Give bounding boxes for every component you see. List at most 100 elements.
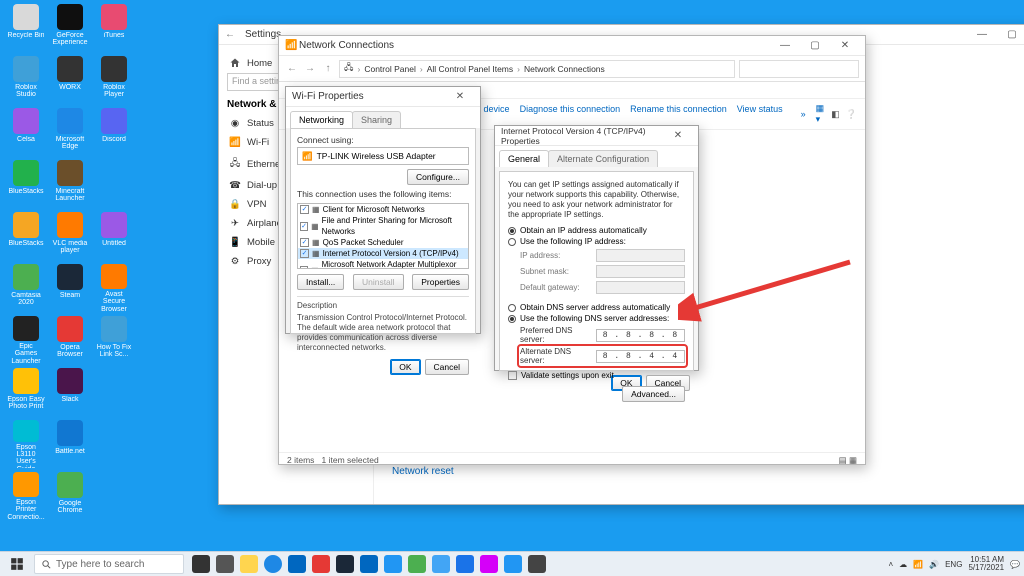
radio-dns-auto[interactable]: Obtain DNS server address automatically — [508, 303, 685, 312]
desktop-icon[interactable]: How To Fix Link Sc... — [94, 316, 134, 364]
desktop-icon[interactable]: Minecraft Launcher — [50, 160, 90, 208]
netcon-titlebar[interactable]: 📶 Network Connections — ▢ ✕ — [279, 36, 865, 56]
toolbar-link[interactable]: Diagnose this connection — [520, 104, 621, 114]
subnet-field — [596, 265, 685, 278]
mail-icon[interactable] — [288, 555, 306, 573]
ipv4-titlebar[interactable]: Internet Protocol Version 4 (TCP/IPv4) P… — [495, 126, 698, 146]
clock[interactable]: 10:51 AM 5/17/2021 — [968, 556, 1004, 572]
address-search[interactable] — [739, 60, 859, 78]
word-icon[interactable] — [384, 555, 402, 573]
explorer-icon[interactable] — [240, 555, 258, 573]
volume-icon[interactable]: 🔊 — [929, 560, 939, 569]
cortana-icon[interactable] — [192, 555, 210, 573]
view-icon[interactable]: ▦ ▾ — [816, 103, 826, 125]
camtasia-icon[interactable] — [408, 555, 426, 573]
tab-alternate[interactable]: Alternate Configuration — [548, 150, 658, 167]
network-item[interactable]: ✓▦Internet Protocol Version 4 (TCP/IPv4) — [298, 248, 468, 259]
desktop-icon[interactable]: iTunes — [94, 4, 134, 52]
store-icon[interactable] — [360, 555, 378, 573]
desktop-icon[interactable]: Steam — [50, 264, 90, 312]
network-item[interactable]: ✓▦Client for Microsoft Networks — [298, 204, 468, 215]
language-indicator[interactable]: ENG — [945, 560, 962, 569]
preview-icon[interactable]: ◧ — [831, 109, 840, 120]
desktop-icon[interactable]: Roblox Player — [94, 56, 134, 104]
desktop-icon[interactable]: BlueStacks — [6, 212, 46, 260]
radio-dns-manual[interactable]: Use the following DNS server addresses: — [508, 314, 685, 323]
desktop-icon[interactable]: Slack — [50, 368, 90, 416]
notifications-icon[interactable]: 💬 — [1010, 560, 1020, 569]
desktop-icon[interactable]: Epson L3110 User's Guide — [6, 420, 46, 468]
configure-button[interactable]: Configure... — [407, 169, 469, 185]
nav-back-icon[interactable]: ← — [285, 62, 299, 76]
desktop-icon[interactable]: VLC media player — [50, 212, 90, 260]
explorer-task-icon[interactable] — [528, 555, 546, 573]
desktop-icon[interactable]: Opera Browser — [50, 316, 90, 364]
maximize-button[interactable]: ▢ — [998, 26, 1024, 44]
validate-checkbox[interactable]: Validate settings upon exit — [508, 371, 685, 380]
network-items-list[interactable]: ✓▦Client for Microsoft Networks✓▦File an… — [297, 203, 469, 269]
tray-chevron-icon[interactable]: ˄ — [888, 560, 893, 569]
network-item[interactable]: ✓▦File and Printer Sharing for Microsoft… — [298, 215, 468, 237]
minimize-button[interactable]: — — [771, 37, 799, 55]
ok-button[interactable]: OK — [390, 359, 420, 375]
alternate-dns-field[interactable]: 8 . 8 . 4 . 4 — [596, 350, 685, 363]
taskbar-search[interactable]: Type here to search — [34, 554, 184, 574]
properties-button[interactable]: Properties — [412, 274, 469, 290]
desktop-icon[interactable]: Avast Secure Browser — [94, 264, 134, 312]
install-button[interactable]: Install... — [297, 274, 344, 290]
network-item[interactable]: ▦Microsoft Network Adapter Multiplexor P… — [298, 259, 468, 269]
tab-sharing[interactable]: Sharing — [352, 111, 401, 128]
desktop-icon[interactable]: Epson Printer Connectio... — [6, 472, 46, 520]
nav-fwd-icon[interactable]: → — [303, 62, 317, 76]
desktop-icon[interactable]: BlueStacks — [6, 160, 46, 208]
taskbar: Type here to search ˄ ☁ 📶 🔊 ENG 10:51 AM… — [0, 551, 1024, 576]
desktop-icon[interactable]: Discord — [94, 108, 134, 156]
paint-icon[interactable] — [504, 555, 522, 573]
toolbar-link[interactable]: Rename this connection — [630, 104, 727, 114]
desktop-icon[interactable]: Google Chrome — [50, 472, 90, 520]
settings-task-icon[interactable] — [432, 555, 450, 573]
desktop-icon[interactable]: GeForce Experience — [50, 4, 90, 52]
close-button[interactable]: ✕ — [446, 88, 474, 106]
preferred-dns-field[interactable]: 8 . 8 . 8 . 8 — [596, 329, 685, 342]
desktop-icon[interactable]: Epson Easy Photo Print — [6, 368, 46, 416]
desktop-icon[interactable]: Untitled — [94, 212, 134, 260]
radio-ip-manual[interactable]: Use the following IP address: — [508, 237, 685, 246]
desktop-icon[interactable]: Roblox Studio — [6, 56, 46, 104]
desktop-icon[interactable]: Recycle Bin — [6, 4, 46, 52]
uninstall-button[interactable]: Uninstall — [353, 274, 404, 290]
desktop-icon[interactable]: Camtasia 2020 — [6, 264, 46, 312]
view-mode-icons[interactable]: ▤ ▦ — [839, 455, 857, 468]
help-icon[interactable]: ❔ — [846, 109, 857, 120]
wifi-icon[interactable]: 📶 — [913, 560, 923, 569]
onenote-icon[interactable] — [480, 555, 498, 573]
taskview-icon[interactable] — [216, 555, 234, 573]
advanced-button[interactable]: Advanced... — [622, 386, 685, 402]
back-icon[interactable]: ← — [225, 29, 245, 40]
toolbar-more[interactable]: » — [801, 109, 806, 119]
close-button[interactable]: ✕ — [664, 127, 692, 145]
desktop-icon[interactable]: Epic Games Launcher — [6, 316, 46, 364]
desktop-icon[interactable]: Celsa — [6, 108, 46, 156]
opera-icon[interactable] — [312, 555, 330, 573]
cancel-button[interactable]: Cancel — [425, 359, 469, 375]
wifiprop-titlebar[interactable]: Wi-Fi Properties ✕ — [286, 87, 480, 107]
radio-ip-auto[interactable]: Obtain an IP address automatically — [508, 226, 685, 235]
network-item[interactable]: ✓▦QoS Packet Scheduler — [298, 237, 468, 248]
desktop-icon[interactable]: WORX — [50, 56, 90, 104]
onedrive-icon[interactable]: ☁ — [899, 560, 907, 569]
edge-icon[interactable] — [264, 555, 282, 573]
tab-general[interactable]: General — [499, 150, 549, 167]
close-button[interactable]: ✕ — [831, 37, 859, 55]
chrome-icon[interactable] — [456, 555, 474, 573]
maximize-button[interactable]: ▢ — [801, 37, 829, 55]
tab-networking[interactable]: Networking — [290, 111, 353, 128]
start-button[interactable] — [4, 552, 30, 576]
minimize-button[interactable]: — — [968, 26, 996, 44]
desktop-icon[interactable]: Battle.net — [50, 420, 90, 468]
ipv4-properties-window: Internet Protocol Version 4 (TCP/IPv4) P… — [494, 125, 699, 371]
desktop-icon[interactable]: Microsoft Edge — [50, 108, 90, 156]
nav-up-icon[interactable]: ↑ — [321, 62, 335, 76]
steam-icon[interactable] — [336, 555, 354, 573]
breadcrumb[interactable]: 🖧 ›Control Panel ›All Control Panel Item… — [339, 60, 735, 78]
